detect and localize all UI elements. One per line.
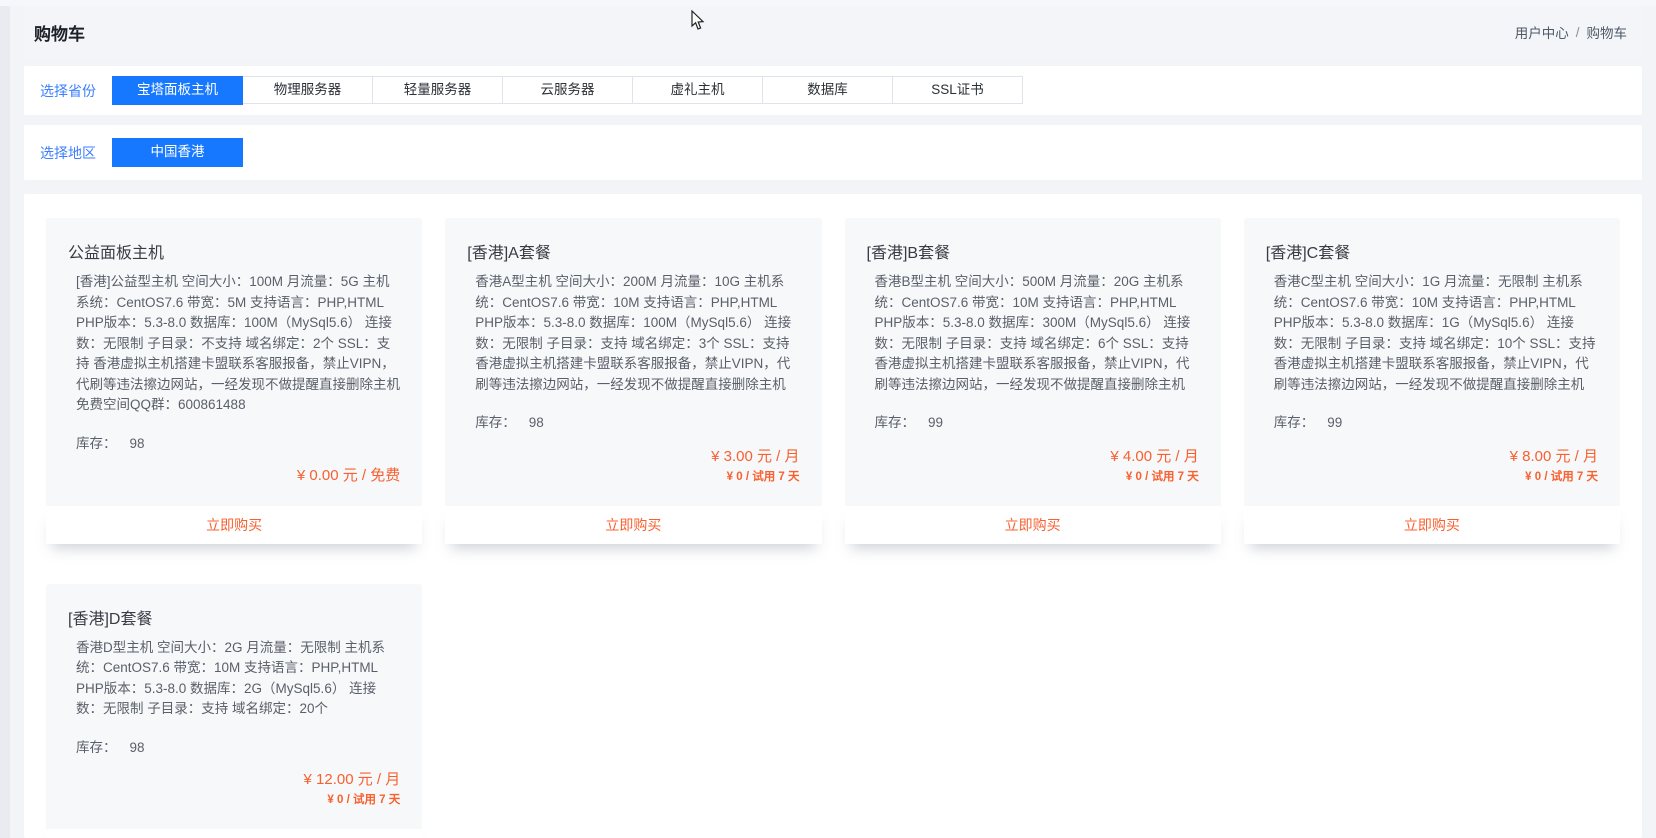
card-body: [香港]D套餐 香港D型主机 空间大小：2G 月流量：无限制 主机系统：Cent… bbox=[46, 584, 422, 829]
stock-label: 库存： bbox=[875, 411, 916, 431]
stock-value: 98 bbox=[130, 436, 145, 451]
product-card-hk-b: [香港]B套餐 香港B型主机 空间大小：500M 月流量：20G 主机系统：Ce… bbox=[845, 218, 1221, 544]
card-body: 公益面板主机 [香港]公益型主机 空间大小：100M 月流量：5G 主机系统：C… bbox=[46, 218, 422, 506]
tab-physical-server[interactable]: 物理服务器 bbox=[242, 76, 373, 104]
page-header: 购物车 用户中心 / 购物车 bbox=[24, 6, 1642, 58]
price-main: ¥ 12.00 元 / 月 bbox=[68, 770, 400, 790]
region-filter-label: 选择地区 bbox=[40, 143, 112, 163]
tab-database[interactable]: 数据库 bbox=[762, 76, 893, 104]
product-name: [香港]C套餐 bbox=[1266, 239, 1598, 263]
price-trial: ¥ 0 / 试用 7 天 bbox=[1266, 468, 1598, 486]
card-body: [香港]B套餐 香港B型主机 空间大小：500M 月流量：20G 主机系统：Ce… bbox=[845, 218, 1221, 506]
price-block: ¥ 12.00 元 / 月 ¥ 0 / 试用 7 天 bbox=[68, 756, 400, 809]
tab-cloud-server[interactable]: 云服务器 bbox=[502, 76, 633, 104]
stock-value: 98 bbox=[130, 740, 145, 755]
stock-line: 库存： 99 bbox=[1266, 411, 1598, 431]
page-wrapper: 购物车 用户中心 / 购物车 选择省份 宝塔面板主机 物理服务器 轻量服务器 云… bbox=[10, 6, 1656, 838]
tab-region-hongkong[interactable]: 中国香港 bbox=[112, 138, 243, 167]
products-panel: 公益面板主机 [香港]公益型主机 空间大小：100M 月流量：5G 主机系统：C… bbox=[24, 194, 1642, 838]
product-card-hk-c: [香港]C套餐 香港C型主机 空间大小：1G 月流量：无限制 主机系统：Cent… bbox=[1244, 218, 1620, 544]
buy-now-label: 立即购买 bbox=[1005, 515, 1061, 535]
product-card-hk-a: [香港]A套餐 香港A型主机 空间大小：200M 月流量：10G 主机系统：Ce… bbox=[445, 218, 821, 544]
region-tabs: 中国香港 bbox=[112, 138, 243, 167]
page-title: 购物车 bbox=[34, 20, 85, 45]
stock-value: 99 bbox=[928, 415, 943, 430]
product-description: 香港C型主机 空间大小：1G 月流量：无限制 主机系统：CentOS7.6 带宽… bbox=[1266, 272, 1598, 395]
price-block: ¥ 0.00 元 / 免费 bbox=[68, 452, 400, 486]
breadcrumb-cart: 购物车 bbox=[1587, 22, 1628, 42]
breadcrumb: 用户中心 / 购物车 bbox=[1515, 22, 1627, 42]
province-filter-label: 选择省份 bbox=[40, 81, 112, 101]
tab-ssl-cert[interactable]: SSL证书 bbox=[892, 76, 1023, 104]
buy-now-button[interactable]: 立即购买 bbox=[46, 506, 422, 544]
price-trial: ¥ 0 / 试用 7 天 bbox=[68, 791, 400, 809]
product-card-grid: 公益面板主机 [香港]公益型主机 空间大小：100M 月流量：5G 主机系统：C… bbox=[46, 218, 1620, 838]
product-name: [香港]B套餐 bbox=[867, 239, 1199, 263]
stock-value: 99 bbox=[1327, 415, 1342, 430]
card-body: [香港]A套餐 香港A型主机 空间大小：200M 月流量：10G 主机系统：Ce… bbox=[445, 218, 821, 506]
stock-label: 库存： bbox=[475, 411, 516, 431]
buy-now-button[interactable]: 立即购买 bbox=[445, 506, 821, 544]
breadcrumb-separator: / bbox=[1576, 25, 1580, 40]
price-trial: ¥ 0 / 试用 7 天 bbox=[867, 468, 1199, 486]
stock-line: 库存： 98 bbox=[68, 736, 400, 756]
stock-line: 库存： 98 bbox=[467, 411, 799, 431]
buy-now-button[interactable]: 立即购买 bbox=[845, 506, 1221, 544]
card-body: [香港]C套餐 香港C型主机 空间大小：1G 月流量：无限制 主机系统：Cent… bbox=[1244, 218, 1620, 506]
product-description: [香港]公益型主机 空间大小：100M 月流量：5G 主机系统：CentOS7.… bbox=[68, 272, 400, 416]
price-trial: ¥ 0 / 试用 7 天 bbox=[467, 468, 799, 486]
product-card-public-host: 公益面板主机 [香港]公益型主机 空间大小：100M 月流量：5G 主机系统：C… bbox=[46, 218, 422, 544]
buy-now-label: 立即购买 bbox=[206, 515, 262, 535]
province-filter-panel: 选择省份 宝塔面板主机 物理服务器 轻量服务器 云服务器 虚礼主机 数据库 SS… bbox=[24, 66, 1642, 115]
buy-now-button[interactable]: 立即购买 bbox=[46, 829, 422, 838]
stock-value: 98 bbox=[529, 415, 544, 430]
price-main: ¥ 3.00 元 / 月 bbox=[467, 447, 799, 467]
product-name: [香港]A套餐 bbox=[467, 239, 799, 263]
price-block: ¥ 8.00 元 / 月 ¥ 0 / 试用 7 天 bbox=[1266, 433, 1598, 486]
product-description: 香港D型主机 空间大小：2G 月流量：无限制 主机系统：CentOS7.6 带宽… bbox=[68, 638, 400, 720]
stock-label: 库存： bbox=[76, 432, 117, 452]
product-name: 公益面板主机 bbox=[68, 239, 400, 263]
province-tabs: 宝塔面板主机 物理服务器 轻量服务器 云服务器 虚礼主机 数据库 SSL证书 bbox=[112, 76, 1023, 105]
product-description: 香港B型主机 空间大小：500M 月流量：20G 主机系统：CentOS7.6 … bbox=[867, 272, 1199, 395]
region-filter-panel: 选择地区 中国香港 bbox=[24, 125, 1642, 180]
breadcrumb-user-center[interactable]: 用户中心 bbox=[1515, 22, 1569, 42]
buy-now-label: 立即购买 bbox=[605, 515, 661, 535]
tab-lightweight-server[interactable]: 轻量服务器 bbox=[372, 76, 503, 104]
buy-now-label: 立即购买 bbox=[1404, 515, 1460, 535]
buy-now-button[interactable]: 立即购买 bbox=[1244, 506, 1620, 544]
price-block: ¥ 3.00 元 / 月 ¥ 0 / 试用 7 天 bbox=[467, 433, 799, 486]
product-description: 香港A型主机 空间大小：200M 月流量：10G 主机系统：CentOS7.6 … bbox=[467, 272, 799, 395]
price-main: ¥ 0.00 元 / 免费 bbox=[68, 466, 400, 486]
price-main: ¥ 8.00 元 / 月 bbox=[1266, 447, 1598, 467]
stock-label: 库存： bbox=[1274, 411, 1315, 431]
tab-baota-panel-host[interactable]: 宝塔面板主机 bbox=[112, 76, 243, 105]
product-name: [香港]D套餐 bbox=[68, 605, 400, 629]
product-card-hk-d: [香港]D套餐 香港D型主机 空间大小：2G 月流量：无限制 主机系统：Cent… bbox=[46, 584, 422, 838]
price-block: ¥ 4.00 元 / 月 ¥ 0 / 试用 7 天 bbox=[867, 433, 1199, 486]
stock-line: 库存： 99 bbox=[867, 411, 1199, 431]
price-main: ¥ 4.00 元 / 月 bbox=[867, 447, 1199, 467]
stock-label: 库存： bbox=[76, 736, 117, 756]
tab-virtual-host[interactable]: 虚礼主机 bbox=[632, 76, 763, 104]
stock-line: 库存： 98 bbox=[68, 432, 400, 452]
